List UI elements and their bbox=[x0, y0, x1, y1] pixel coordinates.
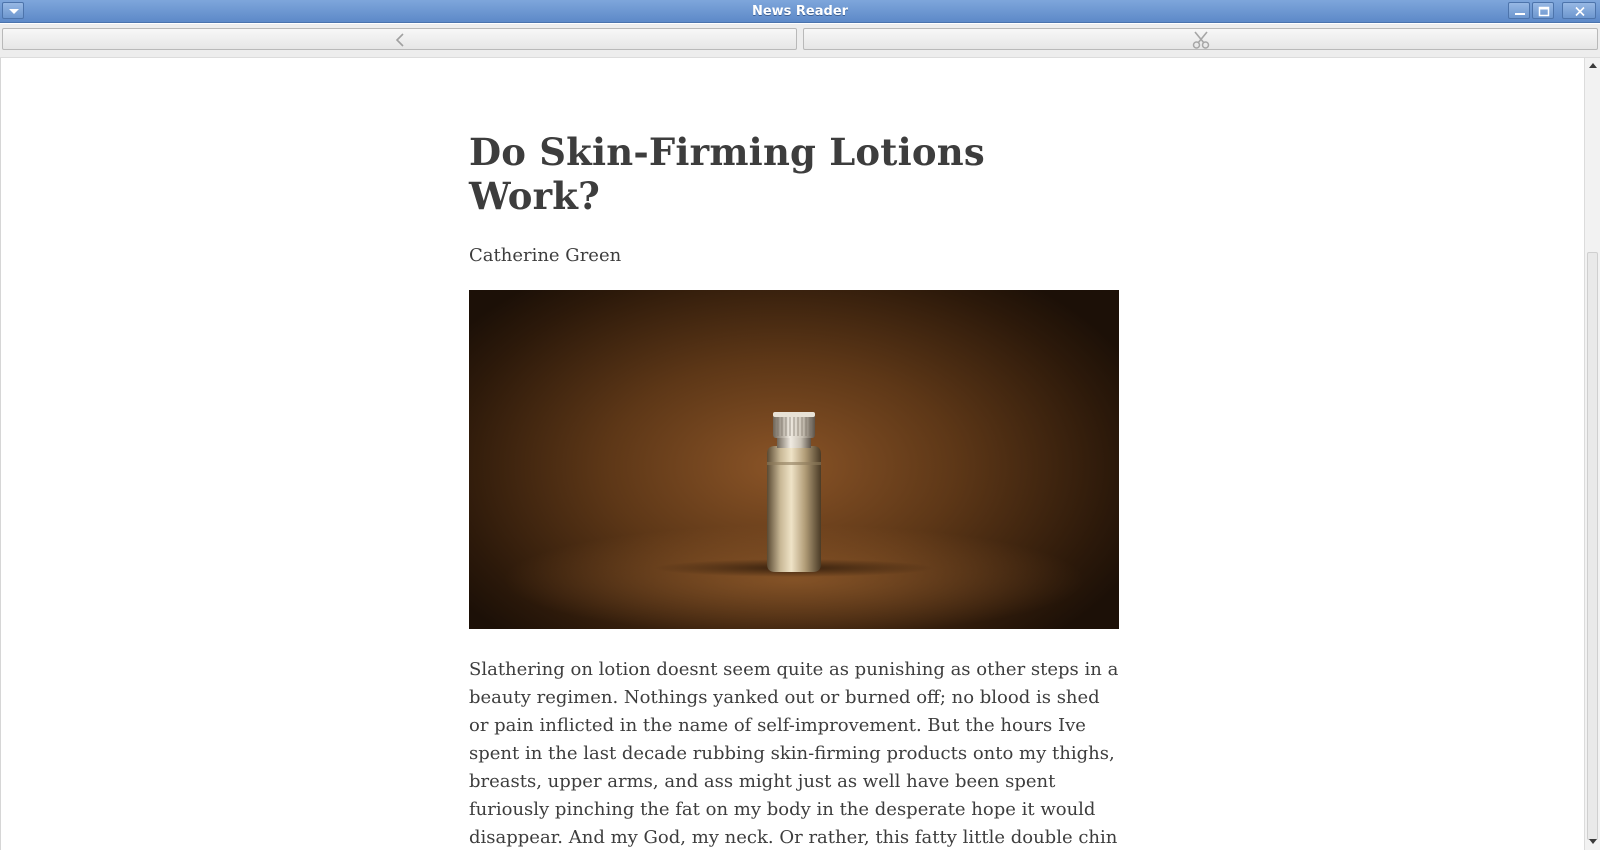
scissors-icon bbox=[1192, 31, 1210, 49]
article: Do Skin-Firming Lotions Work? Catherine … bbox=[469, 130, 1121, 850]
article-view[interactable]: Do Skin-Firming Lotions Work? Catherine … bbox=[0, 58, 1584, 850]
window-titlebar: News Reader bbox=[0, 0, 1600, 23]
back-button[interactable] bbox=[2, 28, 797, 50]
toolbar bbox=[0, 24, 1600, 58]
close-button[interactable] bbox=[1562, 2, 1596, 19]
maximize-button[interactable] bbox=[1532, 2, 1554, 19]
scrollbar-thumb[interactable] bbox=[1587, 252, 1598, 840]
article-author: Catherine Green bbox=[469, 245, 622, 266]
article-hero-image bbox=[469, 290, 1119, 629]
chevron-left-icon bbox=[395, 33, 404, 47]
minimize-icon bbox=[1515, 13, 1525, 15]
window-title: News Reader bbox=[751, 4, 849, 19]
lotion-bottle-illustration bbox=[504, 412, 1084, 629]
article-title: Do Skin-Firming Lotions Work? bbox=[469, 130, 985, 218]
clip-button[interactable] bbox=[803, 28, 1598, 50]
vertical-scrollbar[interactable] bbox=[1584, 58, 1600, 850]
maximize-icon bbox=[1538, 6, 1550, 17]
scroll-up-icon[interactable] bbox=[1588, 61, 1598, 69]
article-body: Slathering on lotion doesnt seem quite a… bbox=[469, 659, 1119, 848]
close-icon bbox=[1575, 6, 1585, 17]
scroll-down-icon[interactable] bbox=[1588, 838, 1598, 846]
minimize-button[interactable] bbox=[1508, 2, 1530, 19]
